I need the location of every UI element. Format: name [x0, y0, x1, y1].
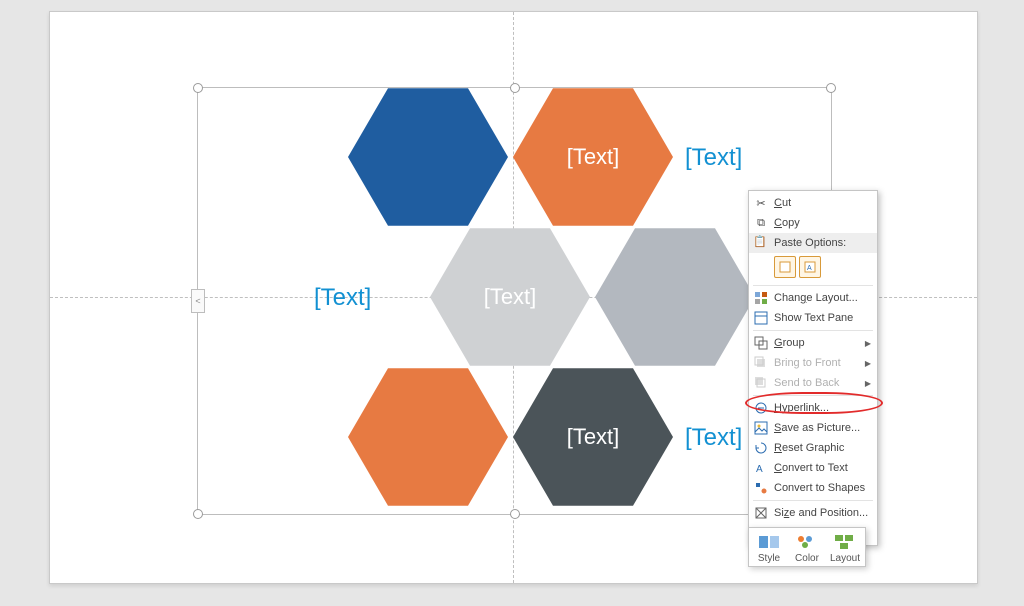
menu-separator — [753, 285, 873, 286]
hex-top-left[interactable] — [348, 88, 508, 226]
menu-convert-to-shapes[interactable]: Convert to Shapes — [749, 478, 877, 498]
menu-separator — [753, 330, 873, 331]
hex-mid-left[interactable]: [Text] — [430, 228, 590, 366]
convert-shapes-icon — [753, 480, 769, 496]
menu-size-and-position[interactable]: Size and Position... — [749, 503, 877, 523]
save-picture-icon — [753, 420, 769, 436]
hex-top-right[interactable]: [Text] — [513, 88, 673, 226]
paste-option-1[interactable] — [774, 256, 796, 278]
submenu-arrow-icon: ▶ — [865, 379, 871, 388]
color-icon — [795, 532, 819, 552]
paste-icon: 📋 — [753, 235, 769, 251]
layout-tool-icon — [833, 532, 857, 552]
reset-icon — [753, 440, 769, 456]
menu-convert-to-text[interactable]: A Convert to Text — [749, 458, 877, 478]
paste-option-2[interactable]: A — [799, 256, 821, 278]
menu-save-as-picture[interactable]: Save as Picture... — [749, 418, 877, 438]
menu-reset-graphic[interactable]: Reset Graphic — [749, 438, 877, 458]
side-label-bot[interactable]: [Text] — [685, 424, 742, 452]
menu-cut[interactable]: ✂ Cut — [749, 193, 877, 213]
toolbar-color-button[interactable]: Color — [793, 532, 821, 564]
menu-hyperlink[interactable]: Hyperlink... — [749, 398, 877, 418]
hex-label: [Text] — [513, 144, 673, 170]
menu-group[interactable]: Group ▶ — [749, 333, 877, 353]
svg-text:A: A — [807, 265, 812, 272]
context-menu: ✂ Cut ⧉ Copy 📋 Paste Options: A Change L… — [748, 190, 878, 546]
copy-icon: ⧉ — [753, 215, 769, 231]
paste-options-row: A — [749, 253, 877, 283]
smartart-selection-box[interactable]: < [Text] [Text] [Text] [Text] — [197, 87, 832, 515]
text-pane-icon — [753, 310, 769, 326]
menu-change-layout[interactable]: Change Layout... — [749, 288, 877, 308]
hex-label: [Text] — [513, 424, 673, 450]
layout-icon — [753, 290, 769, 306]
hex-label: [Text] — [430, 284, 590, 310]
menu-separator — [753, 395, 873, 396]
hex-bot-left[interactable] — [348, 368, 508, 506]
menu-paste-options-header: 📋 Paste Options: — [749, 233, 877, 253]
send-back-icon — [753, 375, 769, 391]
side-label-top[interactable]: [Text] — [685, 144, 742, 172]
menu-bring-to-front: Bring to Front ▶ — [749, 353, 877, 373]
size-position-icon — [753, 505, 769, 521]
hyperlink-icon — [753, 400, 769, 416]
smartart-graphic[interactable]: [Text] [Text] [Text] [Text] [Text] [Text… — [198, 88, 831, 514]
group-icon — [753, 335, 769, 351]
menu-copy[interactable]: ⧉ Copy — [749, 213, 877, 233]
menu-show-text-pane[interactable]: Show Text Pane — [749, 308, 877, 328]
menu-send-to-back: Send to Back ▶ — [749, 373, 877, 393]
toolbar-style-button[interactable]: Style — [755, 532, 783, 564]
cut-icon: ✂ — [753, 195, 769, 211]
style-icon — [757, 532, 781, 552]
bring-front-icon — [753, 355, 769, 371]
side-label-mid[interactable]: [Text] — [314, 284, 371, 312]
smartart-mini-toolbar: Style Color Layout — [748, 527, 866, 567]
hex-mid-right[interactable] — [595, 228, 755, 366]
convert-text-icon: A — [753, 460, 769, 476]
submenu-arrow-icon: ▶ — [865, 339, 871, 348]
toolbar-layout-button[interactable]: Layout — [831, 532, 859, 564]
hex-bot-right[interactable]: [Text] — [513, 368, 673, 506]
submenu-arrow-icon: ▶ — [865, 359, 871, 368]
menu-separator — [753, 500, 873, 501]
svg-text:A: A — [756, 464, 763, 475]
